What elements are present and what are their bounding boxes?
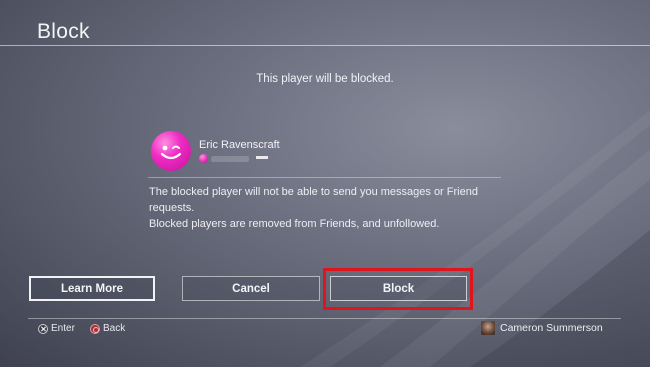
block-button-highlight — [323, 268, 473, 310]
obscured-mark — [256, 156, 268, 159]
circle-button-icon — [90, 323, 100, 334]
learn-more-button[interactable]: Learn More — [29, 276, 155, 301]
info-text: The blocked player will not be able to s… — [149, 184, 509, 232]
enter-label: Enter — [51, 323, 75, 334]
footer-divider — [28, 318, 621, 319]
player-mini-avatar — [199, 154, 208, 163]
info-line-1: The blocked player will not be able to s… — [149, 186, 478, 214]
cancel-button[interactable]: Cancel — [182, 276, 320, 301]
info-divider — [148, 177, 501, 178]
back-label: Back — [103, 323, 126, 334]
user-avatar-icon — [481, 321, 495, 335]
player-avatar — [151, 131, 191, 171]
info-line-2: Blocked players are removed from Friends… — [149, 218, 440, 230]
obscured-online-id — [211, 156, 249, 162]
page-title: Block — [37, 20, 90, 43]
title-divider — [0, 45, 650, 46]
smiley-avatar-icon — [160, 145, 182, 160]
cross-button-icon — [38, 323, 48, 334]
current-user: Cameron Summerson — [481, 321, 603, 335]
player-name: Eric Ravenscraft — [199, 139, 280, 151]
user-name: Cameron Summerson — [500, 322, 603, 334]
enter-hint: Enter — [38, 323, 75, 334]
block-message: This player will be blocked. — [256, 73, 394, 85]
back-hint: Back — [90, 323, 125, 334]
